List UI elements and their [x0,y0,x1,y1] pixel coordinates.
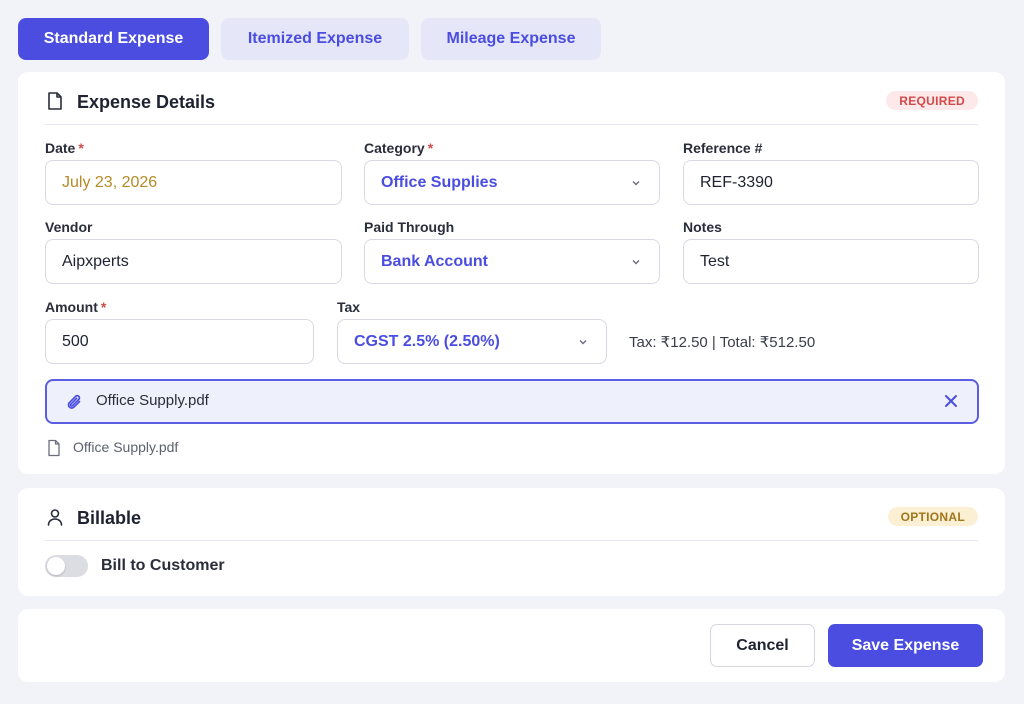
actions-bar: Cancel Save Expense [18,609,1005,682]
date-field[interactable]: July 23, 2026 [45,160,342,205]
required-star: * [78,140,84,156]
notes-field[interactable]: Test [683,239,979,284]
optional-badge: OPTIONAL [887,507,978,526]
section-title: Expense Details [77,92,216,112]
tab-itemized-expense[interactable]: Itemized Expense [221,18,409,60]
bill-to-customer-label: Bill to Customer [101,557,225,574]
file-icon [48,439,60,457]
billable-header: Billable OPTIONAL [45,502,978,541]
amount-label: Amount * [45,299,107,315]
billable-card: Billable OPTIONAL Bill to Customer [18,488,1005,596]
paid-through-label: Paid Through [364,219,455,235]
close-icon[interactable] [943,393,959,409]
category-select[interactable]: Office Supplies [364,160,660,205]
expense-details-card: Expense Details REQUIRED Date * July 23, … [18,72,1005,474]
expense-details-header: Expense Details REQUIRED [45,86,978,125]
paid-through-select[interactable]: Bank Account [364,239,660,284]
attachment-filename: Office Supply.pdf [96,392,209,409]
tab-mileage-expense[interactable]: Mileage Expense [421,18,601,60]
chevron-down-icon [632,260,640,265]
tax-select[interactable]: CGST 2.5% (2.50%) [337,319,607,364]
vendor-field[interactable]: Aipxperts [45,239,342,284]
amount-field[interactable]: 500 [45,319,314,364]
notes-label: Notes [683,219,722,235]
vendor-label: Vendor [45,219,93,235]
required-star: * [427,140,434,156]
reference-label: Reference # [683,140,763,156]
attachment-bar[interactable]: Office Supply.pdf [45,379,979,424]
paperclip-icon [67,394,81,409]
section-title: Billable [77,508,142,528]
chevron-down-icon [632,181,640,186]
cancel-button[interactable]: Cancel [710,624,815,667]
save-expense-button[interactable]: Save Expense [828,624,983,667]
document-icon [48,92,62,110]
tax-label: Tax [337,299,361,315]
toggle-knob [47,557,65,575]
file-name: Office Supply.pdf [73,439,179,455]
user-icon [47,509,63,526]
category-label: Category * [364,140,434,156]
chevron-down-icon [579,340,587,345]
reference-field[interactable]: REF-3390 [683,160,979,205]
bill-to-customer-toggle[interactable] [45,555,88,577]
tab-standard-expense[interactable]: Standard Expense [18,18,209,60]
required-badge: REQUIRED [886,91,978,110]
tax-total-summary: Tax: ₹12.50 | Total: ₹512.50 [629,334,816,351]
expense-type-tabs: Standard Expense Itemized Expense Mileag… [18,18,601,60]
date-label: Date * [45,140,84,156]
required-star: * [100,299,107,315]
